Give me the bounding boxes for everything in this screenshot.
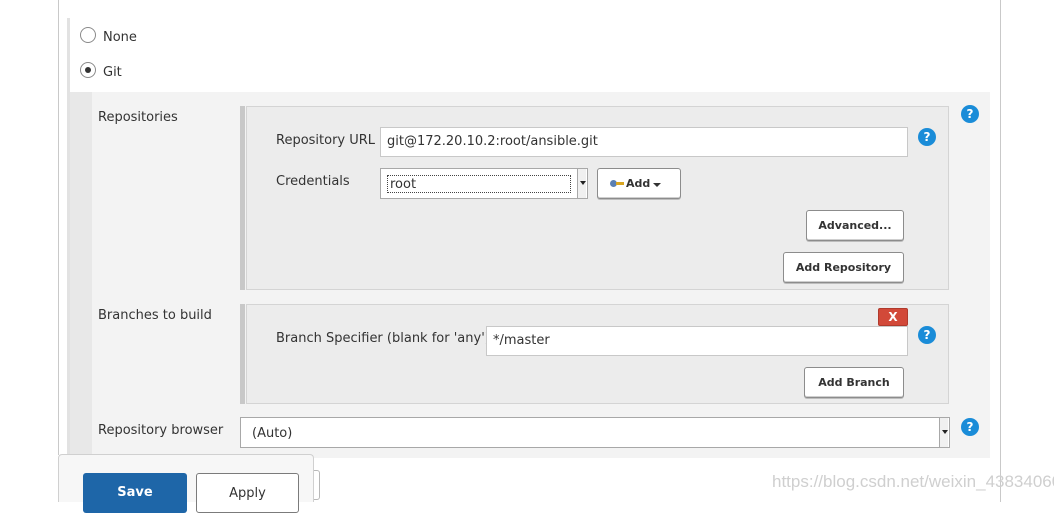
credentials-select-value: root xyxy=(390,177,417,192)
scm-none-label[interactable]: None xyxy=(103,30,137,45)
section-left-border xyxy=(58,0,59,455)
save-button[interactable]: Save xyxy=(83,473,187,513)
repositories-label: Repositories xyxy=(98,110,178,125)
add-credentials-button[interactable]: Add xyxy=(597,168,681,199)
section-right-border xyxy=(1000,0,1001,502)
dropdown-caret-icon xyxy=(577,169,586,198)
advanced-button[interactable]: Advanced... xyxy=(806,210,904,241)
repository-url-label: Repository URL xyxy=(276,133,376,148)
git-config-indent xyxy=(70,92,92,458)
credentials-select[interactable]: root xyxy=(380,168,588,199)
apply-button[interactable]: Apply xyxy=(196,473,299,513)
credentials-label: Credentials xyxy=(276,174,350,189)
repositories-panel-bar xyxy=(240,106,245,290)
credentials-key-blade xyxy=(616,182,624,185)
branch-specifier-label: Branch Specifier (blank for 'any') xyxy=(276,331,490,346)
scm-none-radio[interactable] xyxy=(80,27,96,43)
scm-git-radio[interactable] xyxy=(80,62,96,78)
branch-specifier-input[interactable]: */master xyxy=(486,326,908,356)
add-repository-button[interactable]: Add Repository xyxy=(783,252,904,283)
branches-panel-bar xyxy=(240,304,245,404)
chevron-down-icon xyxy=(653,183,661,187)
watermark-text: https://blog.csdn.net/weixin_43834060 xyxy=(772,472,1054,491)
branch-specifier-help-icon[interactable]: ? xyxy=(918,326,936,344)
add-credentials-label: Add xyxy=(626,177,651,190)
repository-url-help-icon[interactable]: ? xyxy=(918,128,936,146)
repository-browser-label: Repository browser xyxy=(98,423,224,438)
dropdown-caret-icon xyxy=(939,418,948,447)
repository-browser-select[interactable]: (Auto) xyxy=(240,417,950,448)
repository-browser-value: (Auto) xyxy=(252,426,293,441)
add-branch-button[interactable]: Add Branch xyxy=(804,367,904,398)
repository-browser-help-icon[interactable]: ? xyxy=(961,418,979,436)
branches-label: Branches to build xyxy=(98,308,212,323)
repositories-help-icon[interactable]: ? xyxy=(961,105,979,123)
repository-url-input[interactable]: git@172.20.10.2:root/ansible.git xyxy=(380,127,908,157)
scm-git-label[interactable]: Git xyxy=(103,65,122,80)
delete-branch-button[interactable]: X xyxy=(878,308,908,326)
